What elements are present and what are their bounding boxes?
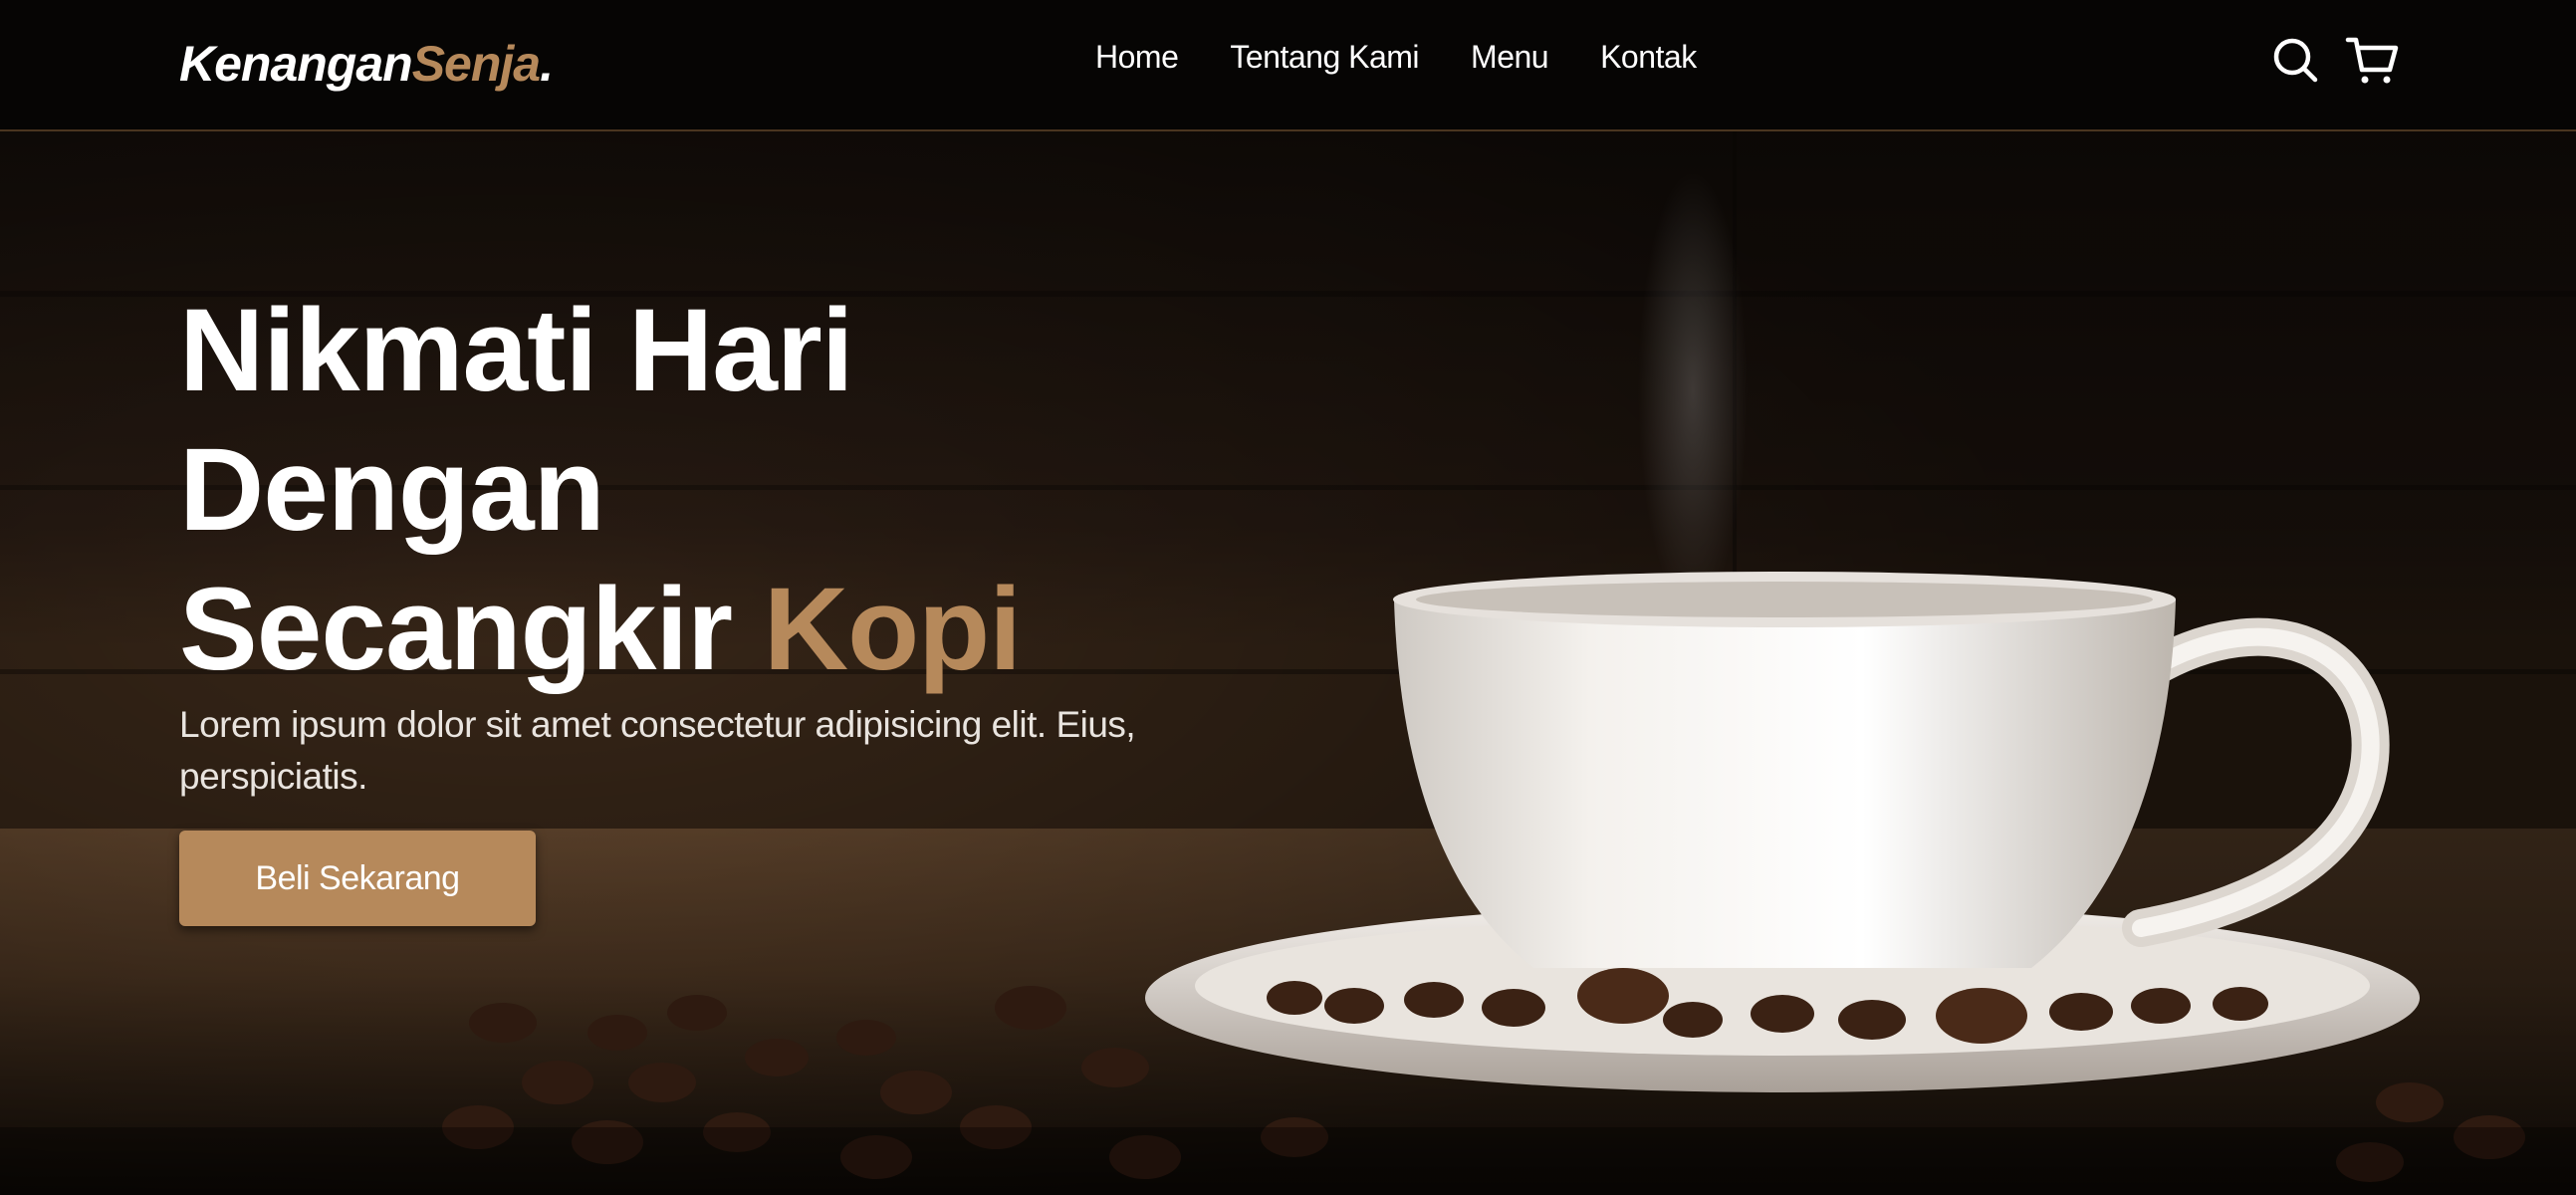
brand-dot: . xyxy=(540,36,554,92)
nav-link-kontak[interactable]: Kontak xyxy=(1600,36,1697,78)
hero-title: Nikmati Hari Dengan Secangkir Kopi xyxy=(179,281,1275,699)
hero-content: Nikmati Hari Dengan Secangkir Kopi Lorem… xyxy=(179,281,1275,926)
shopping-cart-icon[interactable] xyxy=(2342,30,2402,90)
brand-logo[interactable]: KenanganSenja. xyxy=(179,32,554,96)
buy-now-button[interactable]: Beli Sekarang xyxy=(179,831,536,926)
hero-section: Nikmati Hari Dengan Secangkir Kopi Lorem… xyxy=(0,131,2576,1195)
brand-name: Kenangan xyxy=(179,36,413,92)
navbar: KenanganSenja. Home Tentang Kami Menu Ko… xyxy=(0,0,2576,131)
hero-title-line-3: Secangkir Kopi xyxy=(179,560,1275,699)
brand-accent: Senja xyxy=(411,36,541,92)
hero-title-word: Secangkir xyxy=(179,564,733,695)
hero-title-line-1: Nikmati Hari xyxy=(179,285,854,416)
nav-link-menu[interactable]: Menu xyxy=(1471,36,1549,78)
hero-title-line-2: Dengan xyxy=(179,424,605,556)
nav-links: Home Tentang Kami Menu Kontak xyxy=(1095,36,1697,78)
hero-description: Lorem ipsum dolor sit amet consectetur a… xyxy=(179,704,1136,797)
hero-title-accent: Kopi xyxy=(763,564,1022,695)
nav-link-home[interactable]: Home xyxy=(1095,36,1179,78)
nav-link-tentang-kami[interactable]: Tentang Kami xyxy=(1230,36,1419,78)
search-icon[interactable] xyxy=(2265,30,2325,90)
landing-page: KenanganSenja. Home Tentang Kami Menu Ko… xyxy=(0,0,2576,1195)
